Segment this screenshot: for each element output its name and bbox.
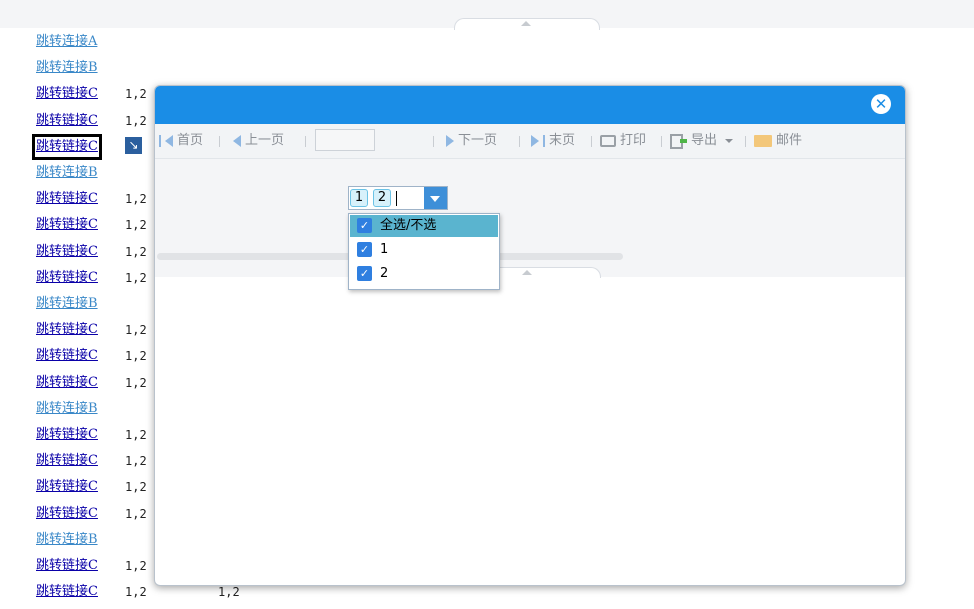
cell-value: 1,2 <box>125 376 147 390</box>
dropdown-toggle-button[interactable] <box>424 187 447 209</box>
jump-link[interactable]: 跳转链接C <box>36 216 98 234</box>
cell-value: 1,2 <box>125 192 147 206</box>
divider <box>433 136 434 147</box>
cell-value: 1,2 <box>125 585 147 599</box>
jump-link[interactable]: 跳转链接C <box>36 452 98 470</box>
parameter-panel <box>155 159 905 278</box>
jump-link[interactable]: 跳转连接B <box>36 295 98 313</box>
mail-button[interactable]: 邮件 <box>754 132 802 150</box>
divider <box>519 136 520 147</box>
jump-link[interactable]: 跳转连接B <box>36 59 98 77</box>
divider <box>661 136 662 147</box>
selected-tag[interactable]: 2 <box>373 189 391 207</box>
chevron-up-icon <box>521 21 531 26</box>
chevron-up-icon <box>522 270 532 275</box>
mail-icon <box>754 135 772 147</box>
checkbox-checked-icon[interactable]: ✓ <box>357 242 372 257</box>
export-icon <box>670 133 687 149</box>
divider <box>305 136 306 147</box>
jump-link[interactable]: 跳转连接B <box>36 531 98 549</box>
cell-value: 1,2 <box>125 245 147 259</box>
jump-link[interactable]: 跳转链接C <box>36 243 98 261</box>
checkbox-checked-icon[interactable]: ✓ <box>357 218 372 233</box>
expand-arrow-icon[interactable]: ↘ <box>125 137 142 154</box>
printer-icon <box>600 135 616 147</box>
next-page-icon <box>446 135 454 147</box>
mail-label: 邮件 <box>776 133 803 148</box>
cell-value: 1,2 <box>125 271 147 285</box>
last-page-button[interactable]: 末页 <box>531 132 575 150</box>
checkbox-checked-icon[interactable]: ✓ <box>357 266 372 281</box>
cell-value: 1,2 <box>125 454 147 468</box>
jump-link[interactable]: 跳转链接C <box>32 134 102 160</box>
cell-value: 1,2 <box>125 428 147 442</box>
tag-combo-box[interactable]: 1 2 <box>348 186 448 210</box>
prev-page-button[interactable]: 上一页 <box>233 132 284 150</box>
option-label: 2 <box>380 266 389 281</box>
dropdown-list: ✓ 全选/不选 ✓ 1 ✓ 2 <box>348 213 500 290</box>
table-row: 跳转连接A <box>0 30 974 56</box>
divider <box>745 136 746 147</box>
option-label: 全选/不选 <box>380 218 437 233</box>
cell-value: 1,2 <box>125 87 147 101</box>
cell-value: 1,2 <box>125 480 147 494</box>
jump-link[interactable]: 跳转链接C <box>36 557 98 575</box>
chevron-down-icon <box>430 196 440 202</box>
jump-link[interactable]: 跳转连接A <box>36 33 97 51</box>
cell-value: 1,2 <box>125 559 147 573</box>
triangle-left-icon <box>165 135 173 147</box>
text-cursor <box>396 191 397 206</box>
option-1[interactable]: ✓ 1 <box>350 239 498 261</box>
prev-page-label: 上一页 <box>245 133 285 148</box>
jump-link[interactable]: 跳转链接C <box>36 321 98 339</box>
jump-link[interactable]: 跳转链接C <box>36 347 98 365</box>
jump-link[interactable]: 跳转连接B <box>36 164 98 182</box>
jump-link[interactable]: 跳转链接C <box>36 374 98 392</box>
first-page-icon <box>159 135 161 147</box>
cell-value: 1,2 <box>125 507 147 521</box>
jump-link[interactable]: 跳转链接C <box>36 426 98 444</box>
divider <box>591 136 592 147</box>
cell-value: 1,2 <box>125 114 147 128</box>
jump-link[interactable]: 跳转链接C <box>36 583 98 601</box>
cell-value: 1,2 <box>125 323 147 337</box>
jump-link[interactable]: 跳转链接C <box>36 85 98 103</box>
next-page-label: 下一页 <box>458 133 498 148</box>
export-button[interactable]: 导出 <box>670 132 734 150</box>
print-button[interactable]: 打印 <box>600 132 646 150</box>
jump-link[interactable]: 跳转链接C <box>36 269 98 287</box>
selected-tag[interactable]: 1 <box>350 189 368 207</box>
export-label: 导出 <box>691 133 718 148</box>
jump-link[interactable]: 跳转连接B <box>36 400 98 418</box>
divider <box>219 136 220 147</box>
jump-link[interactable]: 跳转链接C <box>36 112 98 130</box>
page-number-input[interactable] <box>315 129 375 151</box>
first-page-label: 首页 <box>177 133 204 148</box>
prev-page-icon <box>233 135 241 147</box>
jump-link[interactable]: 跳转链接C <box>36 505 98 523</box>
first-page-button[interactable]: 首页 <box>159 132 203 150</box>
option-2[interactable]: ✓ 2 <box>350 263 498 285</box>
last-page-icon <box>531 135 539 147</box>
option-label: 1 <box>380 242 389 257</box>
cell-value: 1,2 <box>125 349 147 363</box>
cell-value: 1,2 <box>125 218 147 232</box>
table-row: 跳转连接B <box>0 56 974 82</box>
bar-icon <box>543 135 545 147</box>
jump-link[interactable]: 跳转链接C <box>36 478 98 496</box>
jump-link[interactable]: 跳转链接C <box>36 190 98 208</box>
dialog-header: ✕ <box>155 86 905 124</box>
dialog: ✕ 首页 上一页 下一页 末页 打印 导出 邮件 1 2 ✓ 全选/不选 ✓ 1… <box>154 85 906 586</box>
print-label: 打印 <box>620 133 647 148</box>
next-page-button[interactable]: 下一页 <box>446 132 497 150</box>
collapse-toggle[interactable] <box>454 18 600 30</box>
report-toolbar: 首页 上一页 下一页 末页 打印 导出 邮件 <box>155 124 905 159</box>
top-collapse-strip <box>0 0 974 30</box>
option-select-all[interactable]: ✓ 全选/不选 <box>350 215 498 237</box>
last-page-label: 末页 <box>549 133 576 148</box>
chevron-down-icon <box>725 139 734 143</box>
close-icon[interactable]: ✕ <box>871 94 891 114</box>
